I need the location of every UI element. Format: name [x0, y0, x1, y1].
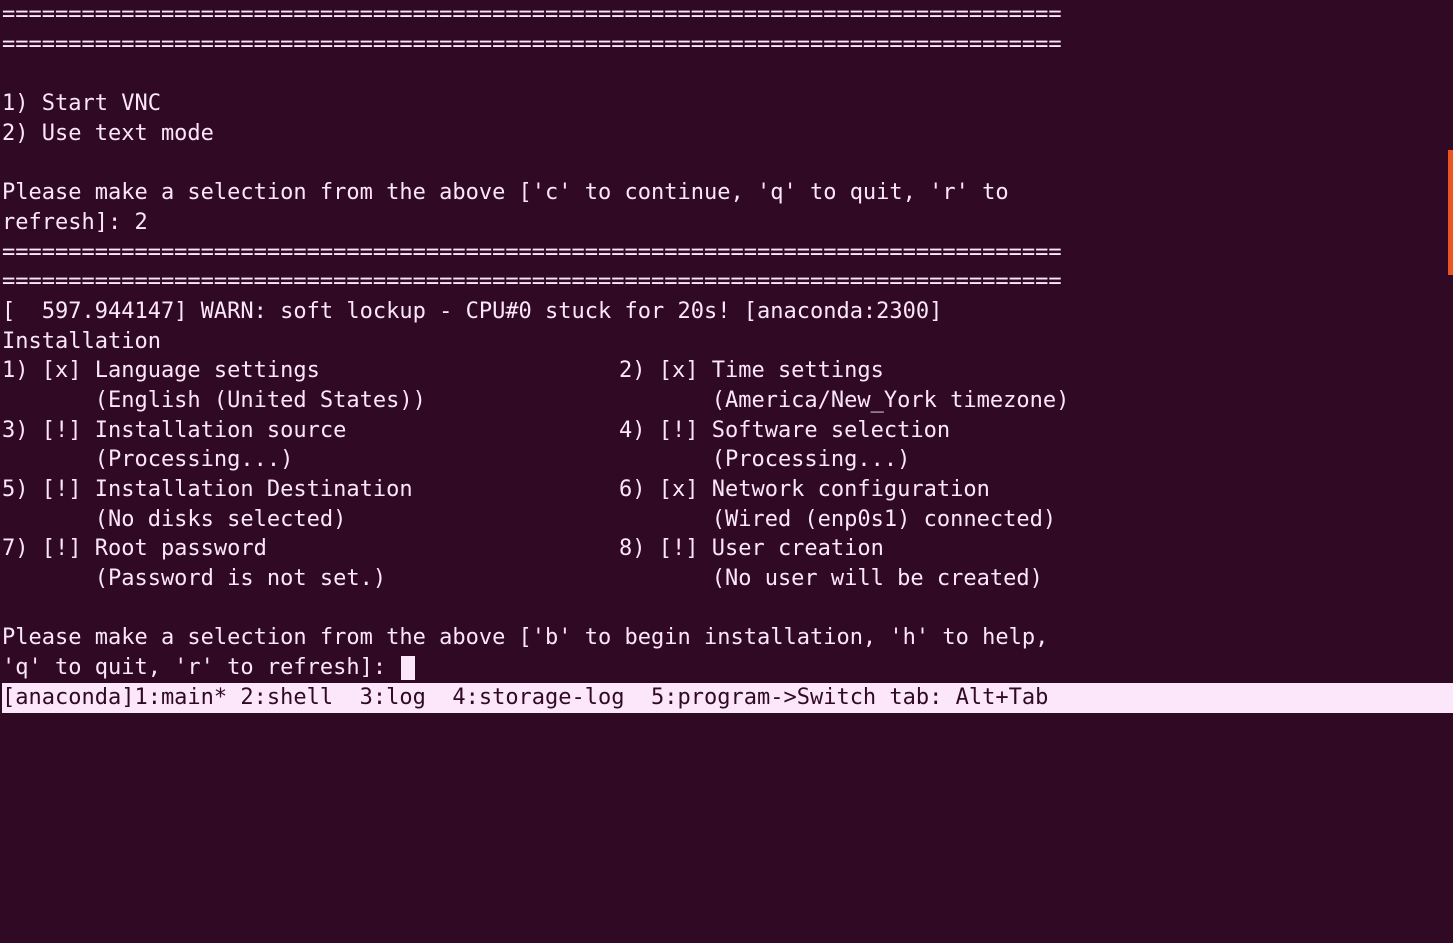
menu-item-7-sub: (Password is not set.): [2, 564, 619, 594]
menu-item-3-sub: (Processing...): [2, 445, 619, 475]
menu-item-4[interactable]: 4) [!] Software selection: [619, 416, 1453, 446]
menu-col-right: 2) [x] Time settings (America/New_York t…: [619, 356, 1453, 594]
top-prompt: Please make a selection from the above […: [2, 178, 1453, 237]
menu-col-left: 1) [x] Language settings (English (Unite…: [2, 356, 619, 594]
installation-heading: Installation: [2, 327, 1453, 357]
menu-item-2-sub: (America/New_York timezone): [619, 386, 1453, 416]
tmux-statusbar[interactable]: [anaconda]1:main* 2:shell 3:log 4:storag…: [2, 683, 1453, 713]
menu-item-8[interactable]: 8) [!] User creation: [619, 534, 1453, 564]
top-menu-item-1[interactable]: 1) Start VNC: [2, 89, 1453, 119]
rule-mid-1: ========================================…: [2, 238, 1453, 268]
installation-menu: 1) [x] Language settings (English (Unite…: [2, 356, 1453, 594]
bottom-prompt-line1: Please make a selection from the above […: [2, 623, 1453, 653]
menu-item-6-sub: (Wired (enp0s1) connected): [619, 505, 1453, 535]
rule-top-2: ========================================…: [2, 30, 1453, 60]
menu-item-7[interactable]: 7) [!] Root password: [2, 534, 619, 564]
blank-line: [2, 148, 1453, 178]
menu-item-3[interactable]: 3) [!] Installation source: [2, 416, 619, 446]
scrollbar-track[interactable]: [1448, 0, 1453, 943]
blank-line: [2, 594, 1453, 624]
menu-item-2[interactable]: 2) [x] Time settings: [619, 356, 1453, 386]
menu-item-4-sub: (Processing...): [619, 445, 1453, 475]
menu-item-5[interactable]: 5) [!] Installation Destination: [2, 475, 619, 505]
rule-mid-2: ========================================…: [2, 267, 1453, 297]
scrollbar-thumb[interactable]: [1448, 150, 1453, 275]
cursor-icon: [401, 656, 414, 681]
menu-item-6[interactable]: 6) [x] Network configuration: [619, 475, 1453, 505]
menu-item-1[interactable]: 1) [x] Language settings: [2, 356, 619, 386]
menu-item-1-sub: (English (United States)): [2, 386, 619, 416]
top-menu-item-2[interactable]: 2) Use text mode: [2, 119, 1453, 149]
blank-line: [2, 59, 1453, 89]
menu-item-5-sub: (No disks selected): [2, 505, 619, 535]
bottom-prompt-line2[interactable]: 'q' to quit, 'r' to refresh]:: [2, 653, 1453, 683]
terminal-screen[interactable]: ========================================…: [0, 0, 1453, 713]
bottom-prompt-prefix: 'q' to quit, 'r' to refresh]:: [2, 655, 399, 680]
menu-item-8-sub: (No user will be created): [619, 564, 1453, 594]
rule-top-1: ========================================…: [2, 0, 1453, 30]
kernel-warning: [ 597.944147] WARN: soft lockup - CPU#0 …: [2, 297, 1453, 327]
